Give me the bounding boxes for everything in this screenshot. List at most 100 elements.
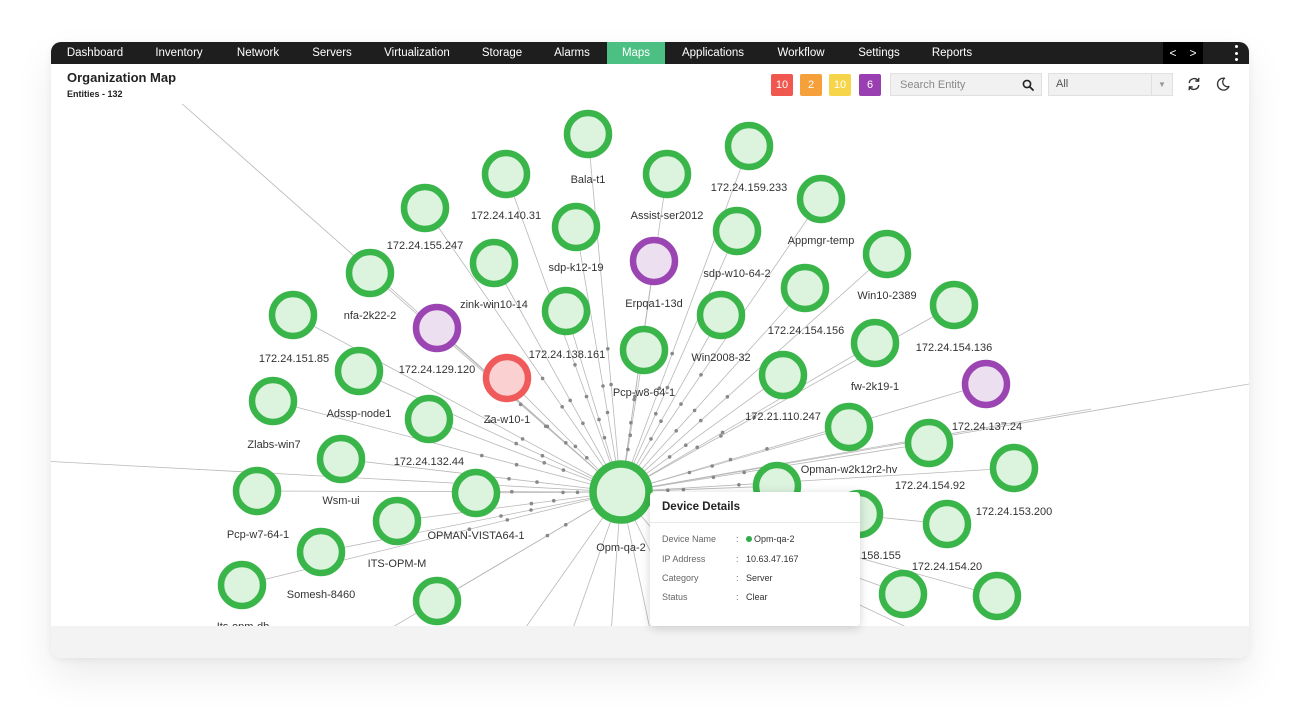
tab-servers[interactable]: Servers [301,42,363,64]
device-node-circle[interactable] [972,571,1022,621]
device-node-circle[interactable] [541,286,591,336]
tab-inventory[interactable]: Inventory [143,42,215,64]
device-node[interactable]: Pcp-w7-64-1 [227,466,289,541]
device-node[interactable]: Za-w10-1 [482,353,532,426]
chevron-right-icon[interactable]: > [1189,46,1196,60]
device-node-circle[interactable] [412,576,462,626]
chevron-left-icon[interactable]: < [1169,46,1176,60]
device-node[interactable]: Zlabs-win7 [247,376,301,451]
dark-mode-icon[interactable] [1215,76,1231,92]
device-node[interactable]: ITS-OPM-M [368,496,427,570]
more-options-icon[interactable] [1231,45,1241,61]
device-node-circle[interactable] [878,569,928,619]
device-node[interactable]: 172.24.137.24 [952,359,1022,433]
device-node[interactable]: Its-opm-db [217,560,270,626]
tab-network[interactable]: Network [223,42,293,64]
device-node-circle[interactable] [334,346,384,396]
search-icon[interactable] [1022,79,1034,91]
service-down-count-badge[interactable]: 6 [859,74,881,96]
device-node-circle[interactable] [589,460,653,524]
device-node[interactable] [878,569,928,619]
device-node-circle[interactable] [563,109,613,159]
device-node[interactable]: 172.24.140.31 [471,149,541,222]
device-node[interactable]: 172.21.110.247 [745,350,821,423]
device-node[interactable]: 172.24.155.247 [387,183,463,252]
device-node-circle[interactable] [929,280,979,330]
device-node[interactable]: Win2008-32 [691,290,751,364]
device-node[interactable]: 172.24.151.85 [259,290,329,365]
device-node[interactable]: 172.24.154.20 [912,499,982,573]
device-node-circle[interactable] [862,229,912,279]
refresh-icon[interactable] [1186,76,1202,92]
trouble-count-badge[interactable]: 2 [800,74,822,96]
device-node-circle[interactable] [796,174,846,224]
device-node-circle[interactable] [551,202,601,252]
tab-workflow[interactable]: Workflow [767,42,835,64]
device-node[interactable]: nfa-2k22-2 [344,248,397,322]
tab-virtualization[interactable]: Virtualization [371,42,463,64]
device-node[interactable]: Bala-t1 [563,109,613,186]
center-device-node[interactable]: Opm-qa-2 [589,460,653,554]
attention-count-badge[interactable]: 10 [829,74,851,96]
device-node-circle[interactable] [712,206,762,256]
device-node-circle[interactable] [400,183,450,233]
device-node-circle[interactable] [248,376,298,426]
device-node-circle[interactable] [296,527,346,577]
device-node[interactable]: Erpqa1-13d [625,236,683,310]
device-node[interactable]: 172.24.154.136 [916,280,992,354]
device-node[interactable]: 172.24.129.120 [399,303,475,376]
device-node-circle[interactable] [404,394,454,444]
device-node[interactable]: Assist-ser2012 [631,149,704,222]
device-node-circle[interactable] [642,149,692,199]
device-node-circle[interactable] [469,238,519,288]
device-node[interactable]: fw-2k19-1 [850,318,900,393]
device-node-circle[interactable] [696,290,746,340]
device-node[interactable]: Adssp-node1 [327,346,392,420]
tab-applications[interactable]: Applications [675,42,751,64]
device-node-circle[interactable] [850,318,900,368]
device-node-circle[interactable] [482,353,532,403]
device-node[interactable]: Wsm-ui [316,434,366,507]
device-node-circle[interactable] [989,443,1039,493]
device-node[interactable]: 172.24.132.44 [394,394,464,468]
device-node[interactable]: sdp-k12-19 [548,202,604,274]
device-node-circle[interactable] [758,350,808,400]
device-node-circle[interactable] [345,248,395,298]
device-node[interactable]: 172.24.159.233 [711,121,787,194]
device-node-circle[interactable] [619,325,669,375]
device-node-circle[interactable] [316,434,366,484]
device-node-circle[interactable] [961,359,1011,409]
device-node-circle[interactable] [922,499,972,549]
device-node[interactable]: Pcp-w8-64-1 [613,325,675,399]
device-node[interactable]: sdp-w10-64-2 [703,206,771,280]
device-node[interactable]: 172.24.153.200 [976,443,1052,518]
device-node-circle[interactable] [217,560,267,610]
filter-select[interactable]: All ▼ [1048,73,1173,96]
tab-storage[interactable]: Storage [473,42,531,64]
device-node[interactable]: Appmgr-temp [788,174,855,247]
device-node[interactable]: 172.24.138.161 [529,286,605,361]
device-node-circle[interactable] [412,303,462,353]
device-node-circle[interactable] [724,121,774,171]
device-node[interactable] [412,576,462,626]
device-node-circle[interactable] [232,466,282,516]
device-node-circle[interactable] [372,496,422,546]
tab-reports[interactable]: Reports [923,42,981,64]
device-node[interactable]: zink-win10-14 [460,238,528,311]
device-node[interactable]: Somesh-8460 [287,527,356,601]
device-node[interactable]: Win10-2389 [857,229,917,302]
critical-count-badge[interactable]: 10 [771,74,793,96]
search-input[interactable] [891,74,1026,95]
device-node-circle[interactable] [904,418,954,468]
tab-dashboard[interactable]: Dashboard [51,42,139,64]
device-node-circle[interactable] [481,149,531,199]
device-node-circle[interactable] [451,468,501,518]
device-node-circle[interactable] [824,402,874,452]
tab-alarms[interactable]: Alarms [545,42,599,64]
device-node-circle[interactable] [268,290,318,340]
tab-maps[interactable]: Maps [607,42,665,64]
device-node[interactable] [972,571,1022,621]
device-node-circle[interactable] [780,263,830,313]
tab-settings[interactable]: Settings [851,42,907,64]
device-node-circle[interactable] [629,236,679,286]
